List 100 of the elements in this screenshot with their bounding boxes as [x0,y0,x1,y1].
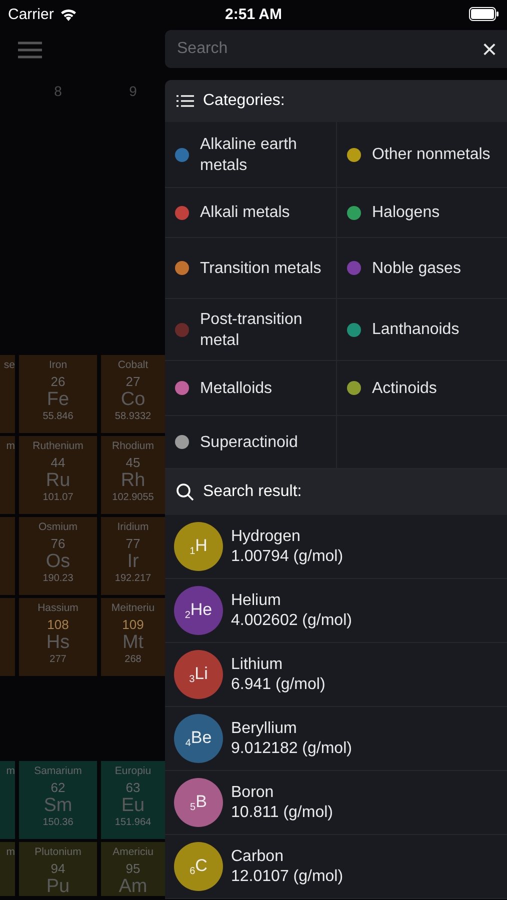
result-item[interactable]: $_{3}$Li Lithium 6.941 (g/mol) [165,643,507,707]
atomic-number: 63 [126,780,140,795]
element-badge: $_{6}$C [174,842,223,891]
search-icon [176,483,194,501]
atomic-weight: 55.846 [42,411,74,422]
element-name: se [4,359,15,371]
molar-mass: 6.941 (g/mol) [231,676,326,694]
atomic-weight: 101.07 [42,492,74,503]
element-name: m [6,765,15,777]
atomic-weight: 151.964 [114,817,152,828]
result-item[interactable]: $_{1}$H Hydrogen 1.00794 (g/mol) [165,515,507,579]
element-name: Boron [231,784,275,802]
atomic-number: 44 [50,455,66,470]
atomic-weight: 150.36 [42,817,74,828]
atomic-weight: 277 [50,654,66,665]
element-name: Helium [231,592,282,610]
close-button[interactable]: × [482,36,497,62]
element-name: Beryllium [231,720,298,738]
element-tile[interactable]: Hassium 108 Hs 277 [19,598,97,676]
atomic-number: 108 [47,617,69,632]
category-item[interactable]: Lanthanoids [337,299,507,361]
element-symbol: Fe [46,389,70,411]
molar-mass: 4.002602 (g/mol) [231,612,352,630]
element-badge: $_{2}$He [174,586,223,635]
category-item[interactable]: Metalloids [165,361,337,416]
element-symbol: Ir [127,551,139,573]
atomic-number: 77 [126,536,140,551]
atomic-weight: 102.9055 [112,492,154,503]
molar-mass: 12.0107 (g/mol) [231,868,344,886]
result-item[interactable]: $_{4}$Be Beryllium 9.012182 (g/mol) [165,707,507,771]
element-name: Lithium [231,656,284,674]
category-item[interactable]: Post-transition metal [165,299,337,361]
category-item[interactable]: Other nonmetals [337,122,507,188]
element-name: Rhodium [112,440,154,452]
atomic-weight: 58.9332 [114,411,152,422]
element-name: m [6,440,15,452]
atomic-number: 95 [126,861,140,876]
result-item[interactable]: $_{6}$C Carbon 12.0107 (g/mol) [165,835,507,899]
element-badge: $_{3}$Li [174,650,223,699]
menu-icon[interactable] [17,41,43,59]
element-name: Ruthenium [32,440,84,452]
battery-icon [469,7,500,21]
element-symbol: Rh [120,470,146,492]
category-item[interactable]: Alkali metals [165,188,337,238]
element-badge: $_{1}$H [174,522,223,571]
category-item[interactable]: Halogens [337,188,507,238]
element-symbol: Mt [122,632,144,654]
element-name: Cobalt [118,359,148,371]
group-number: 8 [53,83,63,99]
element-symbol: Hs [46,632,70,654]
category-item[interactable]: Noble gases [337,238,507,299]
element-tile[interactable] [0,598,15,676]
element-name: Samarium [34,765,82,777]
element-name: Europiu [114,765,152,777]
atomic-weight: 192.217 [114,573,152,584]
result-item[interactable]: $_{2}$He Helium 4.002602 (g/mol) [165,579,507,643]
element-symbol: Os [46,551,70,573]
element-name: Meitneriu [111,602,155,614]
category-item[interactable]: Actinoids [337,361,507,416]
element-name: Iridium [117,521,149,533]
category-item[interactable]: Transition metals [165,238,337,299]
atomic-weight: 190.23 [42,573,74,584]
atomic-number: 62 [50,780,66,795]
atomic-number: 45 [126,455,140,470]
search-field[interactable]: Search × [165,30,507,68]
element-badge: $_{4}$Be [174,714,223,763]
element-symbol: Ru [46,470,70,492]
element-tile[interactable] [0,517,15,595]
clock-time: 2:51 AM [224,6,283,22]
element-name: Hassium [38,602,78,614]
atomic-number: 26 [50,374,66,389]
element-name: Iron [48,359,68,371]
categories-heading: Categories: [203,92,285,110]
element-symbol: Eu [121,795,145,817]
atomic-weight: 268 [124,654,142,665]
element-name: m [6,846,15,858]
atomic-number: 94 [50,861,66,876]
atomic-number: 109 [122,617,144,632]
element-symbol: Am [118,876,148,896]
category-item[interactable]: Alkaline earth metals [165,122,337,188]
element-name: Osmium [38,521,78,533]
element-symbol: Pu [46,876,70,896]
element-name: Carbon [231,848,284,866]
element-name: Plutonium [34,846,82,858]
search-result-heading: Search result: [203,483,302,501]
element-tile[interactable]: Meitneriu 109 Mt 268 [101,598,165,676]
element-name: Hydrogen [231,528,302,546]
molar-mass: 10.811 (g/mol) [231,804,333,822]
element-symbol: Co [120,389,146,411]
carrier-label: Carrier [8,6,54,22]
element-badge: $_{5}$B [174,778,223,827]
atomic-number: 27 [126,374,140,389]
list-icon [176,94,194,108]
molar-mass: 9.012182 (g/mol) [231,740,352,758]
wifi-icon [60,8,77,20]
atomic-number: 76 [50,536,66,551]
element-symbol: Sm [44,795,72,817]
group-number: 9 [128,83,138,99]
result-item[interactable]: $_{5}$B Boron 10.811 (g/mol) [165,771,507,835]
molar-mass: 1.00794 (g/mol) [231,548,344,566]
